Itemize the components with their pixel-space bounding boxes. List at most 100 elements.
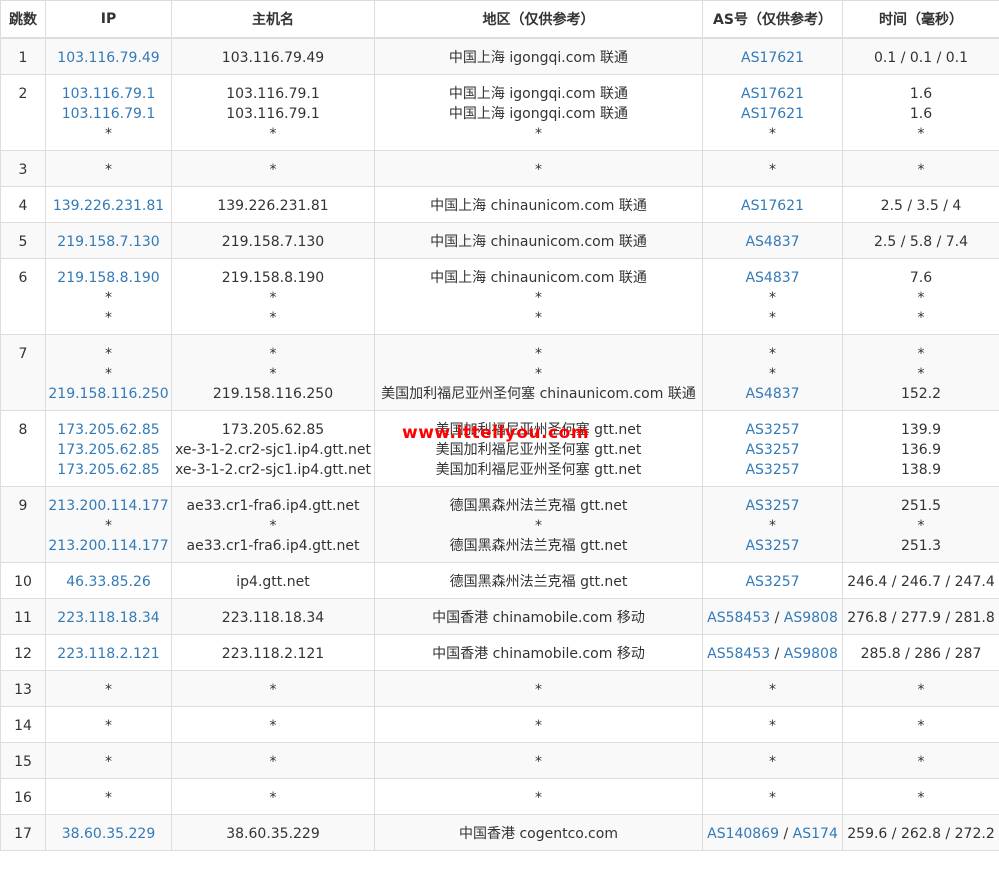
location-cell: * (374, 777, 703, 815)
as-link[interactable]: AS4837 (745, 234, 799, 250)
ip-link[interactable]: 219.158.7.130 (57, 234, 159, 250)
ip-line: * (105, 345, 112, 362)
table-row: 13 * * * * * (0, 669, 999, 707)
ip-link[interactable]: 38.60.35.229 (62, 826, 156, 842)
as-link[interactable]: AS3257 (745, 462, 799, 478)
ip-link[interactable]: 223.118.18.34 (57, 610, 159, 626)
as-cell: AS140869 / AS174 (702, 813, 843, 851)
hop-number: 2 (18, 85, 28, 102)
location-line: 中国上海 igongqi.com 联通 (448, 50, 629, 66)
hop-cell: 4 (0, 185, 46, 223)
as-empty: * (769, 161, 776, 178)
time-line: 1.6 (909, 85, 933, 102)
as-line: AS17621 (703, 48, 842, 68)
ip-cell: 46.33.85.26 (45, 561, 172, 599)
time-cell: 259.6 / 262.8 / 272.2 (842, 813, 999, 851)
location-line: * (535, 517, 542, 534)
time-line: * (917, 309, 925, 326)
ip-link[interactable]: 173.205.62.85 (57, 462, 159, 478)
ip-link[interactable]: 213.200.114.177 (48, 538, 168, 554)
ip-cell: 223.118.18.34 (45, 597, 172, 635)
hostname-line: * (269, 161, 277, 178)
location-line: * (535, 309, 542, 326)
time-line: 138.9 (900, 461, 942, 478)
as-link[interactable]: AS174 (793, 826, 838, 842)
as-empty: * (769, 289, 776, 306)
time-line: * (917, 161, 925, 178)
location-cell: 中国上海 chinaunicom.com 联通 (374, 221, 703, 259)
ip-link[interactable]: 103.116.79.1 (62, 86, 156, 102)
hostname-line: 219.158.8.190 (221, 269, 325, 286)
hostname-cell: ip4.gtt.net (171, 561, 375, 599)
as-line: AS58453 / AS9808 (703, 644, 842, 664)
ip-link[interactable]: 103.116.79.49 (57, 50, 159, 66)
hop-cell: 13 (0, 669, 46, 707)
ip-link[interactable]: 173.205.62.85 (57, 422, 159, 438)
as-link[interactable]: AS4837 (745, 270, 799, 286)
time-line: * (917, 289, 925, 306)
as-link[interactable]: AS3257 (745, 498, 799, 514)
ip-line: * (105, 289, 112, 306)
as-line: * (703, 344, 842, 364)
as-link[interactable]: AS3257 (745, 442, 799, 458)
as-empty: * (769, 125, 776, 142)
as-line: AS58453 / AS9808 (703, 608, 842, 628)
location-cell: 中国上海 igongqi.com 联通 中国上海 igongqi.com 联通 * (374, 73, 703, 151)
as-link[interactable]: AS17621 (741, 86, 804, 102)
hop-cell: 10 (0, 561, 46, 599)
as-link[interactable]: AS9808 (784, 646, 838, 662)
ip-line: * (105, 753, 112, 770)
hostname-line: * (269, 717, 277, 734)
as-line: * (703, 124, 842, 144)
as-link[interactable]: AS58453 (707, 646, 770, 662)
hop-cell: 16 (0, 777, 46, 815)
hostname-line: 223.118.18.34 (221, 609, 325, 626)
as-cell: AS17621 (702, 37, 843, 75)
hop-cell: 11 (0, 597, 46, 635)
ip-link[interactable]: 173.205.62.85 (57, 442, 159, 458)
time-line: 251.3 (900, 537, 942, 554)
ip-link[interactable]: 46.33.85.26 (66, 574, 151, 590)
location-line: 中国香港 chinamobile.com 移动 (432, 645, 645, 662)
ip-line: 38.60.35.229 (46, 824, 171, 844)
as-cell: * * AS4837 (702, 333, 843, 411)
hostname-line: xe-3-1-2.cr2-sjc1.ip4.gtt.net (175, 441, 371, 458)
ip-cell: 103.116.79.1 103.116.79.1 * (45, 73, 172, 151)
as-link[interactable]: AS140869 (707, 826, 779, 842)
table-row: 17 38.60.35.229 38.60.35.229 中国香港 cogentco.… (0, 813, 999, 851)
as-link[interactable]: AS3257 (745, 422, 799, 438)
as-link[interactable]: AS3257 (745, 538, 799, 554)
table-row: 5 219.158.7.130 219.158.7.130 中国上海 chinauni… (0, 221, 999, 259)
as-empty: * (769, 753, 776, 770)
time-cell: 1.6 1.6 * (842, 73, 999, 151)
table-row: 1 103.116.79.49 103.116.79.49 中国上海 igongqi.… (0, 37, 999, 75)
as-link[interactable]: AS9808 (784, 610, 838, 626)
ip-cell: * * 219.158.116.250 (45, 333, 172, 411)
as-link[interactable]: AS4837 (745, 386, 799, 402)
as-link[interactable]: AS58453 (707, 610, 770, 626)
ip-link[interactable]: 219.158.116.250 (48, 386, 168, 402)
hop-number: 5 (18, 233, 28, 250)
as-link[interactable]: AS3257 (745, 574, 799, 590)
hostname-cell: * (171, 741, 375, 779)
as-link[interactable]: AS17621 (741, 106, 804, 122)
location-line: * (535, 681, 542, 698)
table-row: 3 * * * * * (0, 149, 999, 187)
ip-link[interactable]: 103.116.79.1 (62, 106, 156, 122)
as-cell: AS17621 (702, 185, 843, 223)
hop-number: 6 (18, 269, 28, 286)
ip-link[interactable]: 213.200.114.177 (48, 498, 168, 514)
ip-link[interactable]: 139.226.231.81 (53, 198, 164, 214)
ip-link[interactable]: 219.158.8.190 (57, 270, 159, 286)
as-link[interactable]: AS17621 (741, 50, 804, 66)
hop-cell: 1 (0, 37, 46, 75)
ip-cell: * (45, 669, 172, 707)
hostname-cell: * * 219.158.116.250 (171, 333, 375, 411)
as-line: AS4837 (703, 232, 842, 252)
ip-line: * (105, 517, 112, 534)
as-link[interactable]: AS17621 (741, 198, 804, 214)
hop-cell: 8 (0, 409, 46, 487)
hostname-line: 139.226.231.81 (217, 197, 329, 214)
ip-link[interactable]: 223.118.2.121 (57, 646, 159, 662)
hostname-line: * (269, 309, 277, 326)
